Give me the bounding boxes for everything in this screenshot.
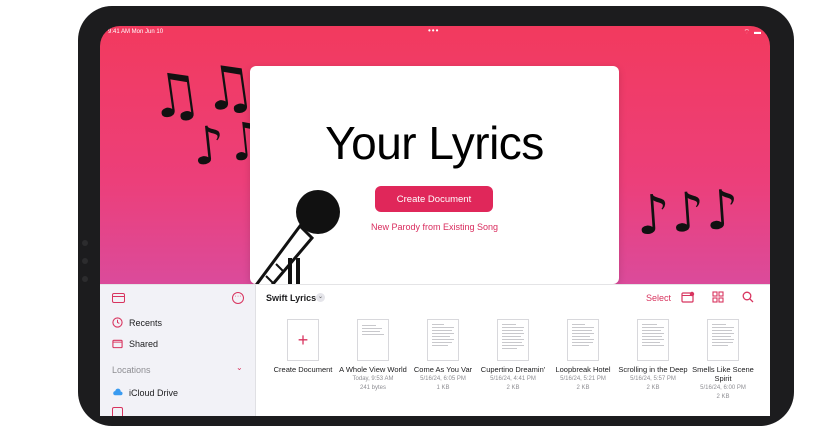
document-name: Smells Like Scene Spirit	[692, 365, 754, 383]
document-browser: ··· Recents Shared Locations ⌄ iCloud Dr…	[100, 284, 770, 416]
sidebar-toggle-icon[interactable]	[112, 293, 125, 303]
document-item[interactable]: Come As You Var 5/16/24, 6:05 PM 1 KB	[408, 319, 478, 392]
document-date: 5/16/24, 5:57 PM	[630, 376, 676, 382]
create-document-tile[interactable]: + Create Document	[268, 319, 338, 374]
sidebar-item-shared[interactable]: Shared	[112, 338, 158, 349]
document-item[interactable]: A Whole View World Today, 9:53 AM 241 by…	[338, 319, 408, 392]
document-date: 5/16/24, 6:05 PM	[420, 376, 466, 382]
grid-view-icon[interactable]	[711, 291, 725, 303]
document-size: 241 bytes	[359, 385, 387, 391]
app-screen: 9:41 AM Mon Jun 10 ••• ⌔ ▬ ♫♫ ♪♫ ♪♪♪ You…	[100, 26, 770, 416]
sidebar: ··· Recents Shared Locations ⌄ iCloud Dr…	[100, 285, 256, 416]
status-icons: ⌔ ▬	[743, 29, 762, 36]
document-thumbnail	[357, 319, 389, 361]
clock-icon	[112, 317, 123, 328]
document-name: Create Document	[273, 365, 333, 374]
search-icon[interactable]	[741, 291, 755, 303]
document-date: 5/16/24, 5:21 PM	[560, 376, 606, 382]
document-date: Today, 9:53 AM	[352, 376, 394, 382]
page-title: Your Lyrics	[325, 117, 544, 169]
plus-icon: +	[287, 319, 319, 361]
sidebar-item-partial[interactable]	[112, 407, 123, 416]
document-size: 2 KB	[506, 385, 520, 391]
document-item[interactable]: Scrolling in the Deep 5/16/24, 5:57 PM 2…	[618, 319, 688, 392]
document-name: A Whole View World	[339, 365, 407, 374]
document-item[interactable]: Cupertino Dreamin' 5/16/24, 4:41 PM 2 KB	[478, 319, 548, 392]
create-document-button[interactable]: Create Document	[375, 186, 493, 212]
document-name: Loopbreak Hotel	[555, 365, 611, 374]
document-item[interactable]: Loopbreak Hotel 5/16/24, 5:21 PM 2 KB	[548, 319, 618, 392]
document-size: 1 KB	[436, 385, 450, 391]
document-size: 2 KB	[576, 385, 590, 391]
device-button	[82, 276, 88, 282]
status-bar: 9:41 AM Mon Jun 10 ••• ⌔ ▬	[100, 26, 770, 40]
document-name: Scrolling in the Deep	[618, 365, 688, 374]
chevron-down-icon[interactable]: ⌄	[316, 293, 325, 302]
locations-header: Locations	[112, 365, 151, 375]
shared-folder-icon	[112, 339, 123, 349]
document-date: 5/16/24, 6:00 PM	[700, 385, 746, 391]
document-thumbnail	[707, 319, 739, 361]
new-folder-icon[interactable]	[681, 291, 695, 303]
document-item[interactable]: Smells Like Scene Spirit 5/16/24, 6:00 P…	[688, 319, 758, 401]
status-time: 9:41 AM Mon Jun 10	[108, 29, 164, 35]
cloud-icon	[113, 388, 123, 396]
sidebar-item-recents[interactable]: Recents	[112, 317, 162, 328]
document-thumbnail	[427, 319, 459, 361]
document-date: 5/16/24, 4:41 PM	[490, 376, 536, 382]
select-button[interactable]: Select	[646, 293, 671, 303]
document-size: 2 KB	[716, 394, 730, 400]
device-button	[82, 240, 88, 246]
document-thumbnail	[637, 319, 669, 361]
folder-icon	[112, 407, 123, 416]
sidebar-item-label: iCloud Drive	[129, 387, 179, 398]
document-size: 2 KB	[646, 385, 660, 391]
chevron-down-icon[interactable]: ⌄	[236, 363, 243, 372]
music-notes-icon: ♪♪♪	[633, 177, 742, 248]
device-button	[82, 258, 88, 264]
document-thumbnail	[567, 319, 599, 361]
sidebar-item-icloud-drive[interactable]: iCloud Drive	[112, 387, 178, 398]
multitasking-dots[interactable]: •••	[428, 26, 439, 35]
folder-title[interactable]: Swift Lyrics	[266, 293, 316, 303]
document-name: Come As You Var	[413, 365, 473, 374]
sidebar-item-label: Shared	[129, 338, 159, 349]
more-options-icon[interactable]: ···	[232, 292, 244, 304]
document-thumbnail	[497, 319, 529, 361]
sidebar-item-label: Recents	[129, 317, 163, 328]
document-name: Cupertino Dreamin'	[480, 365, 546, 374]
